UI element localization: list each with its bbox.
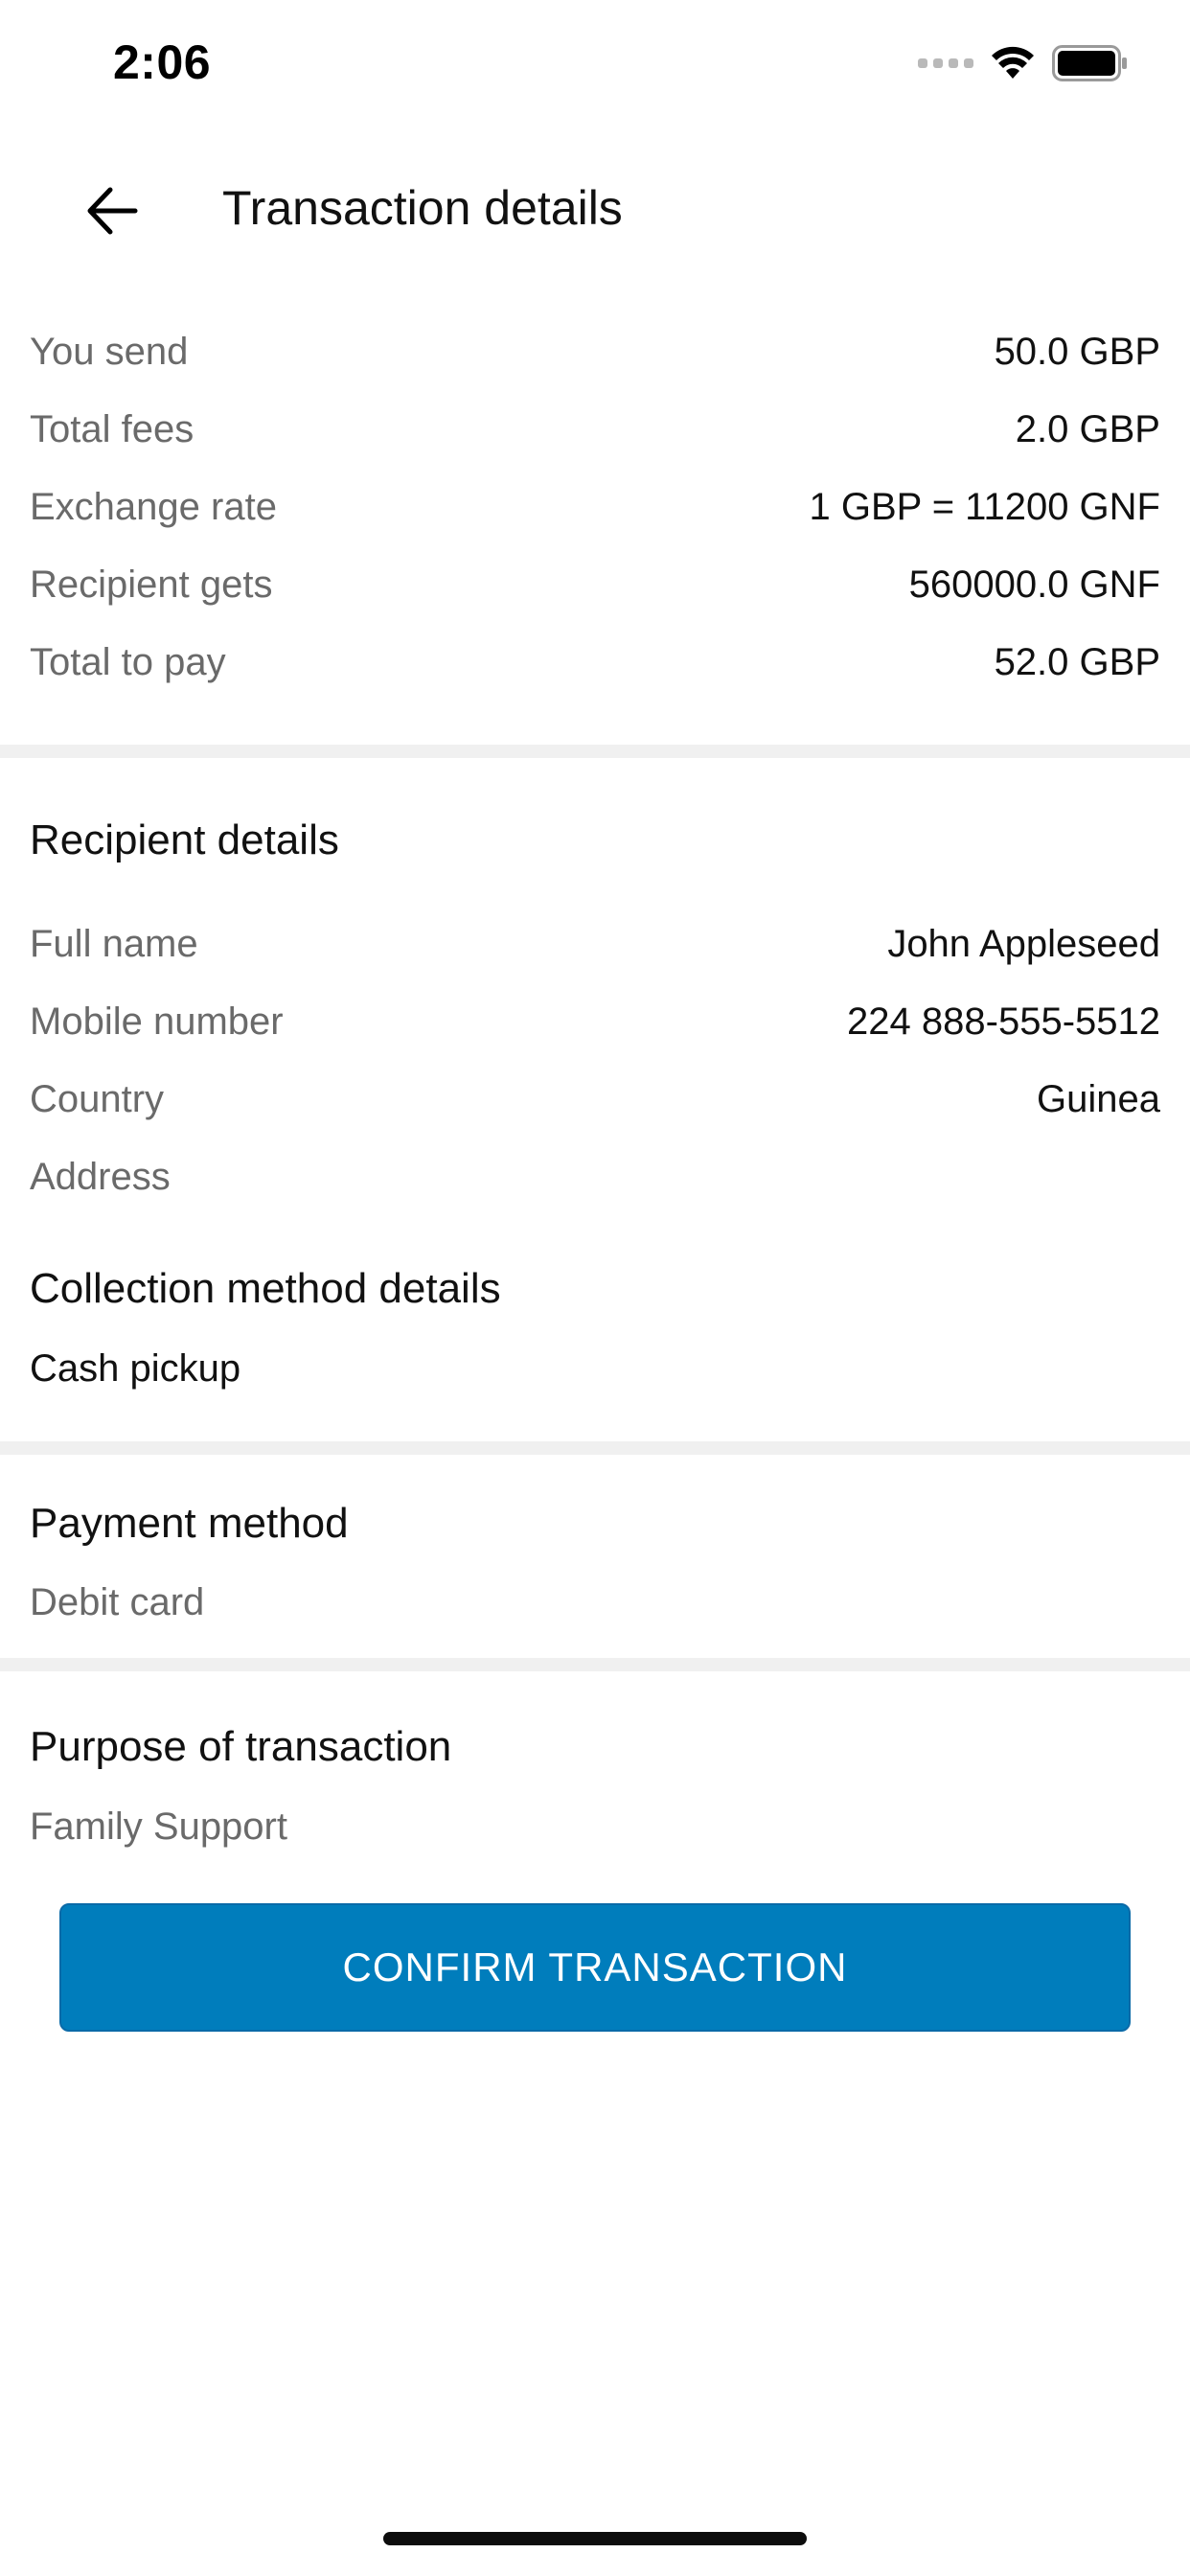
back-button[interactable] xyxy=(69,172,155,249)
summary-row-recipient-gets: Recipient gets 560000.0 GNF xyxy=(30,554,1160,615)
section-divider xyxy=(0,745,1190,758)
payment-method-value: Debit card xyxy=(30,1581,205,1623)
purpose-title: Purpose of transaction xyxy=(30,1723,452,1770)
row-label: You send xyxy=(30,330,189,373)
section-divider xyxy=(0,1441,1190,1455)
row-value: 52.0 GBP xyxy=(994,640,1160,683)
row-value: 224 888-555-5512 xyxy=(847,1000,1160,1043)
status-time: 2:06 xyxy=(113,35,212,89)
payment-method-title: Payment method xyxy=(30,1500,349,1547)
row-value: John Appleseed xyxy=(887,922,1160,965)
recipient-row-full-name: Full name John Appleseed xyxy=(30,913,1160,975)
row-label: Total fees xyxy=(30,407,195,450)
summary-row-total-to-pay: Total to pay 52.0 GBP xyxy=(30,632,1160,693)
row-label: Country xyxy=(30,1077,165,1120)
row-value: Guinea xyxy=(1037,1077,1160,1120)
battery-icon xyxy=(1052,45,1127,81)
row-label: Full name xyxy=(30,922,198,965)
summary-row-you-send: You send 50.0 GBP xyxy=(30,321,1160,382)
status-bar: 2:06 xyxy=(0,0,1190,134)
row-label: Address xyxy=(30,1155,171,1198)
row-value: 560000.0 GNF xyxy=(908,563,1160,606)
row-label: Recipient gets xyxy=(30,563,273,606)
status-indicators xyxy=(918,44,1129,82)
confirm-button-label: CONFIRM TRANSACTION xyxy=(342,1944,848,1990)
page-title: Transaction details xyxy=(222,181,623,235)
row-value: 50.0 GBP xyxy=(994,330,1160,373)
collection-method-value: Cash pickup xyxy=(30,1347,241,1390)
recipient-row-country: Country Guinea xyxy=(30,1069,1160,1130)
collection-method-title: Collection method details xyxy=(30,1265,501,1312)
row-value: 1 GBP = 11200 GNF xyxy=(809,485,1160,528)
row-label: Exchange rate xyxy=(30,485,277,528)
recipient-details-title: Recipient details xyxy=(30,816,339,863)
summary-row-exchange-rate: Exchange rate 1 GBP = 11200 GNF xyxy=(30,476,1160,538)
header: Transaction details xyxy=(0,144,1190,278)
recipient-row-mobile-number: Mobile number 224 888-555-5512 xyxy=(30,991,1160,1052)
summary-row-total-fees: Total fees 2.0 GBP xyxy=(30,399,1160,460)
row-label: Mobile number xyxy=(30,1000,284,1043)
cellular-signal-icon xyxy=(918,58,973,68)
row-value: 2.0 GBP xyxy=(1015,407,1160,450)
recipient-row-address: Address xyxy=(30,1146,1160,1208)
confirm-transaction-button[interactable]: CONFIRM TRANSACTION xyxy=(59,1903,1131,2032)
section-divider xyxy=(0,1658,1190,1671)
home-indicator xyxy=(383,2532,807,2545)
wifi-icon xyxy=(992,46,1034,79)
row-label: Total to pay xyxy=(30,640,226,683)
arrow-left-icon xyxy=(87,187,138,235)
purpose-value: Family Support xyxy=(30,1806,287,1848)
